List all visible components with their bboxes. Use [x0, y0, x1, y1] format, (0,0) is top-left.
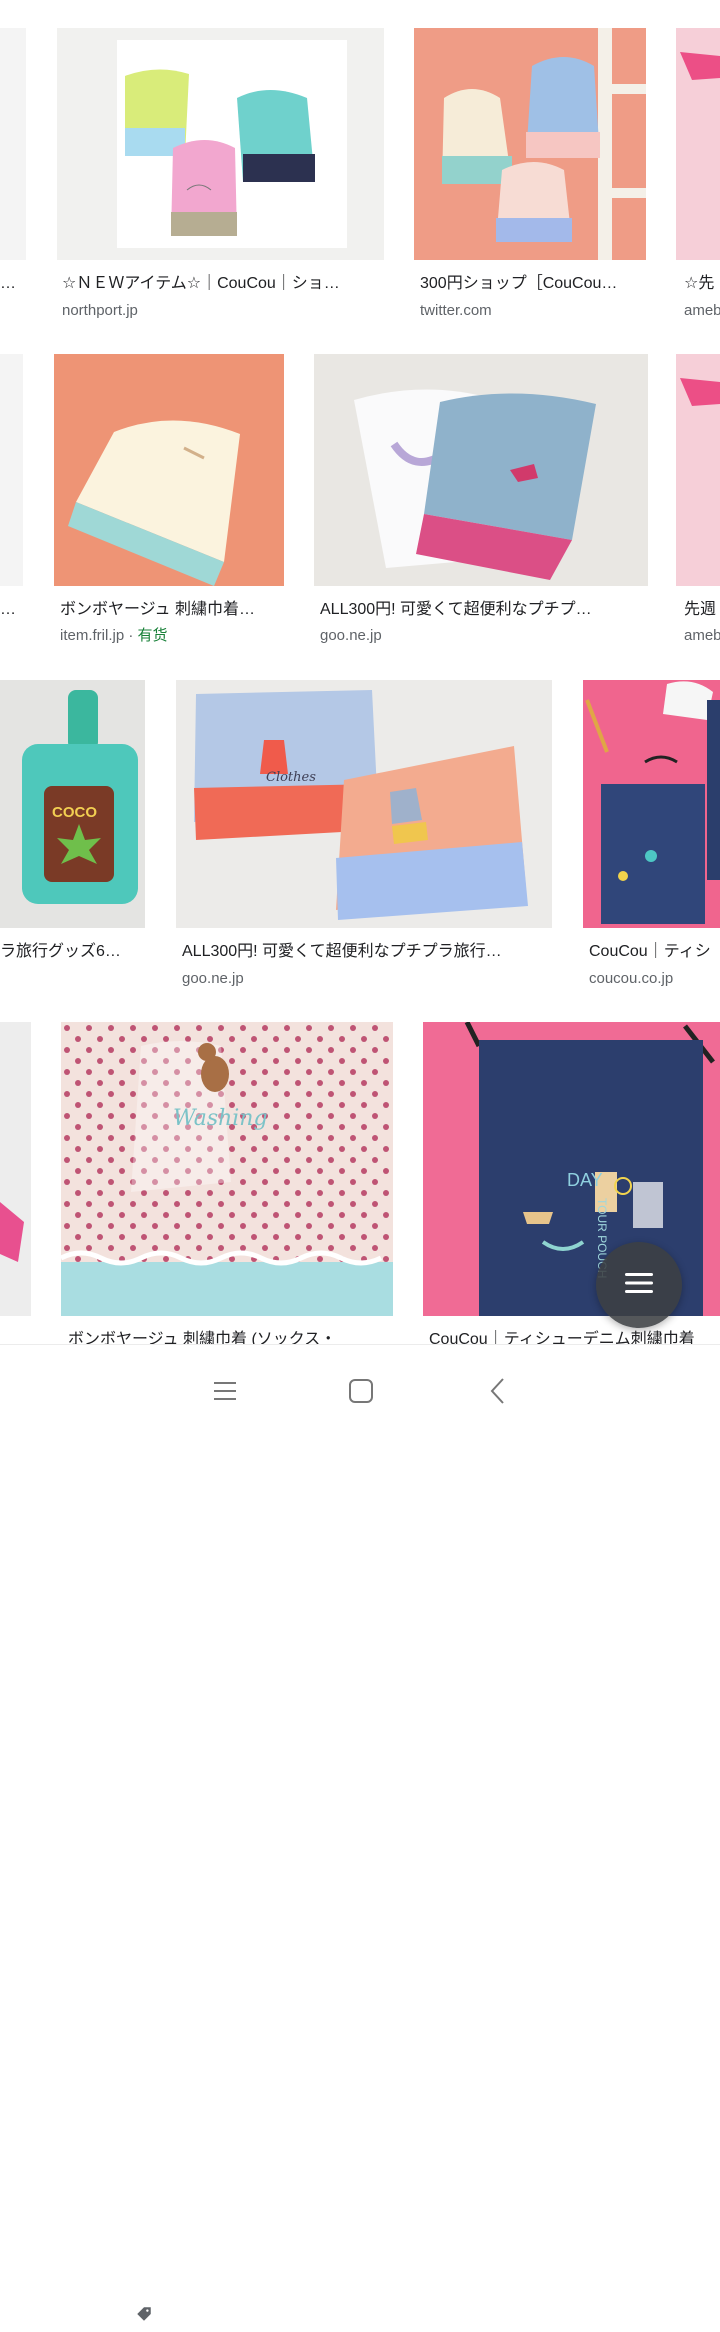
result-image[interactable]	[0, 354, 23, 586]
result-tile[interactable]: ALL300円! 可愛くて超便利なプチプ… goo.ne.jp	[314, 354, 648, 654]
result-caption: ボンボヤージュ 刺繍巾着…	[60, 601, 256, 618]
pouch-image-text: Clothes	[266, 770, 316, 785]
back-icon	[487, 1377, 511, 1410]
result-caption: 300円ショップ［CouCou…	[420, 275, 618, 292]
result-source: goo.ne.jp	[320, 627, 382, 644]
result-tile[interactable]: Washing ボンボヤージュ 刺繍巾着 (ソックス・	[61, 1022, 393, 2332]
result-tile[interactable]: ☆ＮＥＷアイテム☆｜CouCou｜ショ… northport.jp	[57, 28, 384, 328]
result-image[interactable]	[583, 680, 720, 928]
result-source: twitter.com	[420, 302, 492, 319]
result-tile[interactable]: ☆先 ameb	[676, 28, 720, 328]
result-caption: ラ旅行グッズ6…	[0, 943, 121, 960]
result-source-domain: item.fril.jp	[60, 627, 125, 644]
result-source: goo.ne.jp	[182, 970, 244, 987]
result-source: ameb	[684, 627, 720, 644]
tag-image-text: COCO	[52, 804, 97, 821]
result-caption: ☆先	[684, 275, 715, 292]
result-source: item.fril.jp · 有货	[60, 626, 280, 646]
result-caption: 先週	[684, 601, 717, 618]
tag-icon	[135, 2305, 153, 2328]
menu-icon	[625, 1271, 653, 1300]
pouch-image-text: DAY	[567, 1170, 603, 1190]
result-caption: …	[0, 272, 14, 296]
result-image[interactable]: Clothes	[176, 680, 552, 928]
result-tile[interactable]: COCO ラ旅行グッズ6…	[0, 680, 145, 980]
result-image[interactable]	[0, 28, 26, 260]
result-image[interactable]	[0, 1022, 31, 1316]
source-separator: ·	[128, 627, 138, 644]
result-caption: ALL300円! 可愛くて超便利なプチプラ旅行…	[182, 943, 502, 960]
result-image[interactable]: COCO	[0, 680, 145, 928]
result-tile[interactable]: 先週 ameb	[676, 354, 720, 654]
recent-apps-button[interactable]	[205, 1373, 245, 1413]
result-image[interactable]: Washing	[61, 1022, 393, 1316]
menu-fab[interactable]	[596, 1242, 682, 1328]
result-image[interactable]	[414, 28, 646, 260]
result-source: northport.jp	[62, 302, 138, 319]
shopping-tag-badge	[122, 2300, 166, 2332]
home-button[interactable]	[341, 1373, 381, 1413]
recent-apps-icon	[213, 1379, 237, 1408]
result-tile[interactable]: …	[0, 28, 26, 328]
home-icon	[348, 1378, 374, 1409]
result-image[interactable]	[676, 354, 720, 586]
pouch-image-text: Washing	[173, 1106, 268, 1131]
result-tile[interactable]: Clothes ALL300円! 可愛くて超便利なプチプラ旅行… goo.ne.…	[176, 680, 552, 987]
result-tile[interactable]: ボンボヤージュ 刺繍巾着… item.fril.jp · 有货	[54, 354, 284, 934]
result-source: coucou.co.jp	[589, 970, 674, 987]
result-caption: ☆ＮＥＷアイテム☆｜CouCou｜ショ…	[62, 275, 340, 292]
result-tile[interactable]: 300円ショップ［CouCou… twitter.com	[414, 28, 646, 328]
result-tile[interactable]: CouCou｜ティシ coucou.co.jp	[583, 680, 720, 987]
result-image[interactable]	[676, 28, 720, 260]
back-button[interactable]	[479, 1373, 519, 1413]
result-source: ameb	[684, 302, 720, 319]
result-image[interactable]	[314, 354, 648, 586]
result-caption: …	[0, 598, 14, 622]
result-caption: ALL300円! 可愛くて超便利なプチプ…	[320, 601, 592, 618]
in-stock-badge: 有货	[137, 627, 168, 644]
result-tile[interactable]: …	[0, 354, 23, 654]
result-caption: CouCou｜ティシ	[589, 943, 711, 960]
system-nav-bar	[0, 1344, 720, 1441]
result-image[interactable]	[54, 354, 284, 586]
result-image[interactable]	[57, 28, 384, 260]
result-tile[interactable]	[0, 1022, 31, 1344]
